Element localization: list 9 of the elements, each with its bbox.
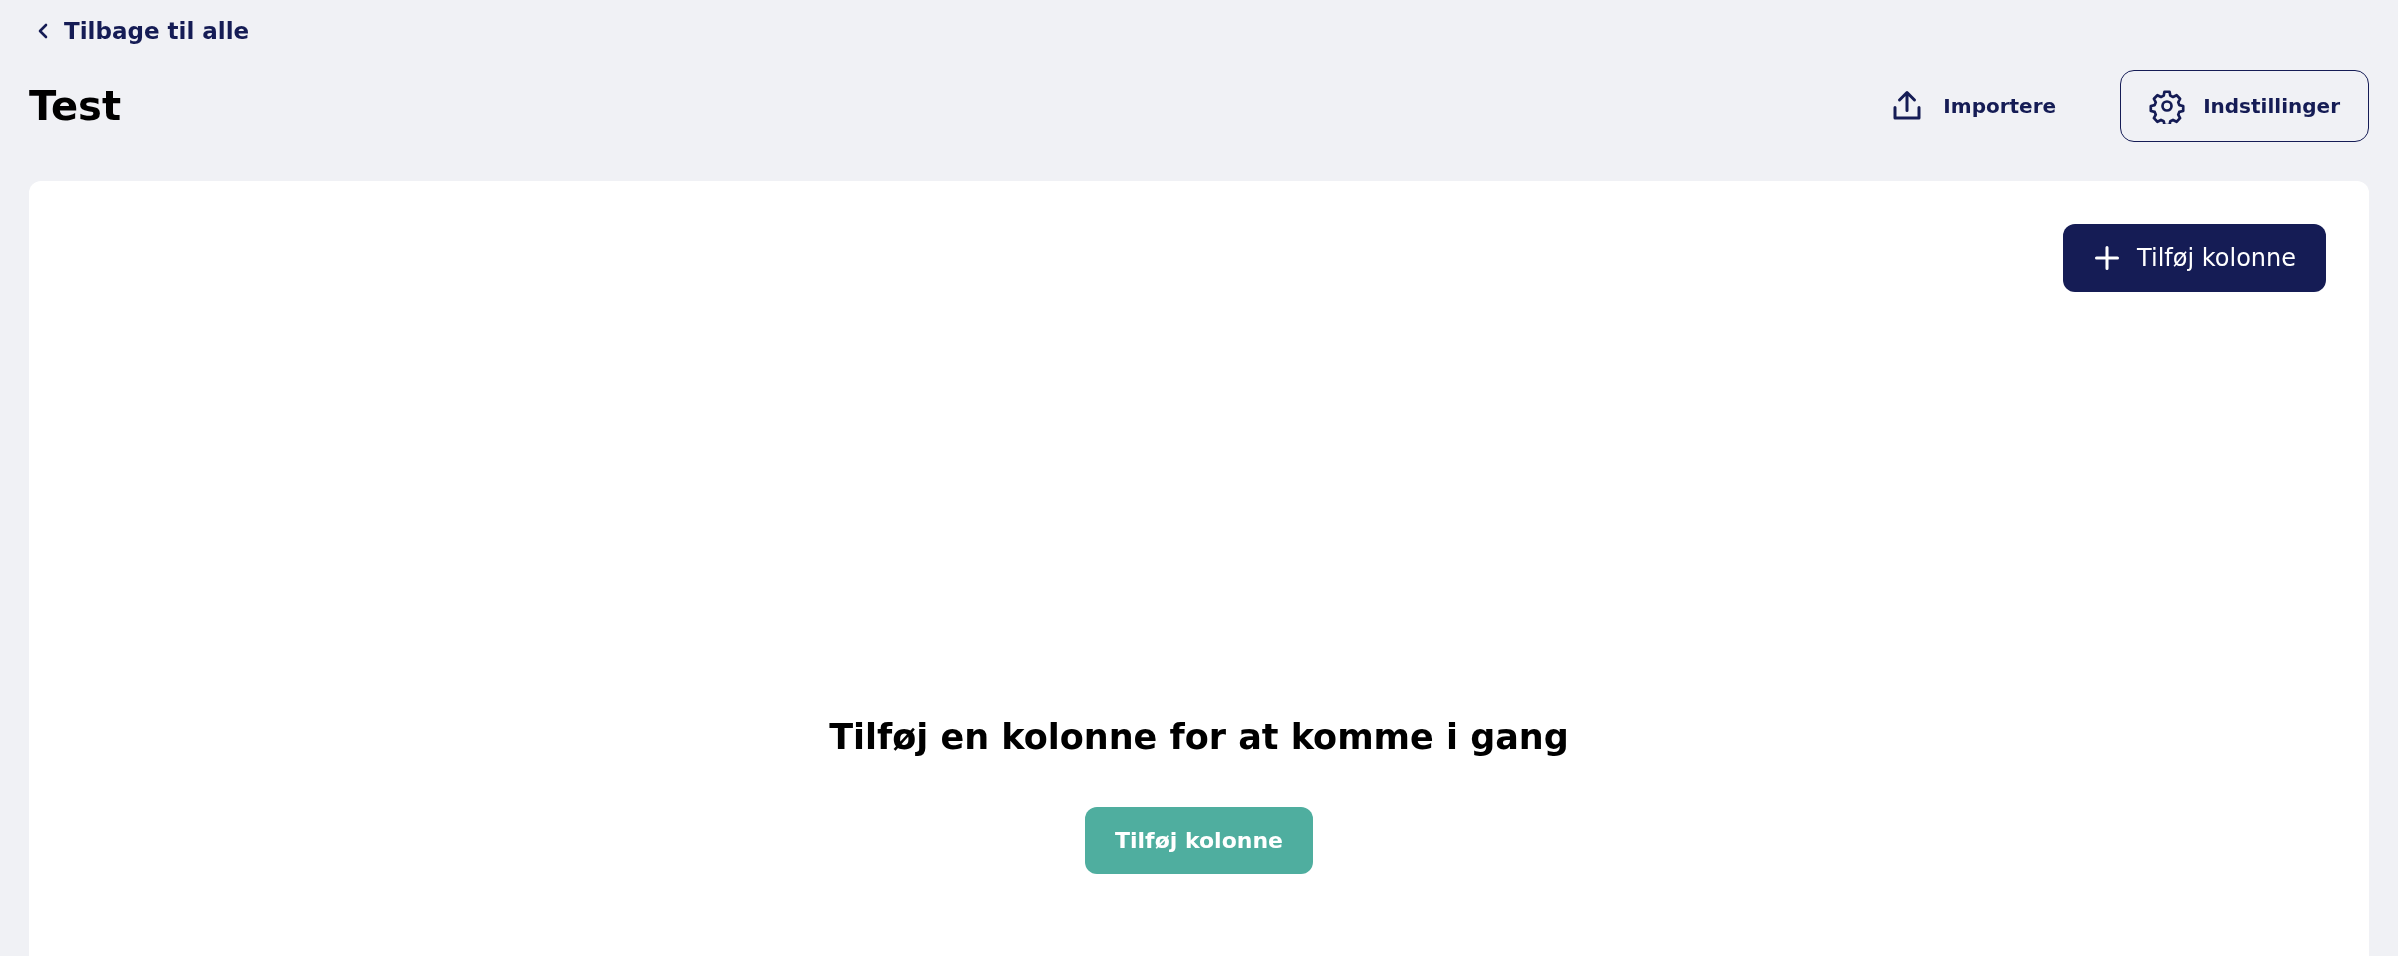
back-link[interactable]: Tilbage til alle (36, 18, 250, 44)
plus-icon (2093, 244, 2122, 272)
chevron-left-icon (36, 22, 50, 40)
settings-button[interactable]: Indstillinger (2120, 70, 2369, 142)
add-column-button[interactable]: Tilføj kolonne (2063, 224, 2326, 292)
page-title: Test (29, 83, 122, 129)
settings-icon (2149, 88, 2186, 124)
import-button[interactable]: Importere (1861, 70, 2085, 142)
empty-state-message: Tilføj en kolonne for at komme i gang (829, 717, 1569, 757)
